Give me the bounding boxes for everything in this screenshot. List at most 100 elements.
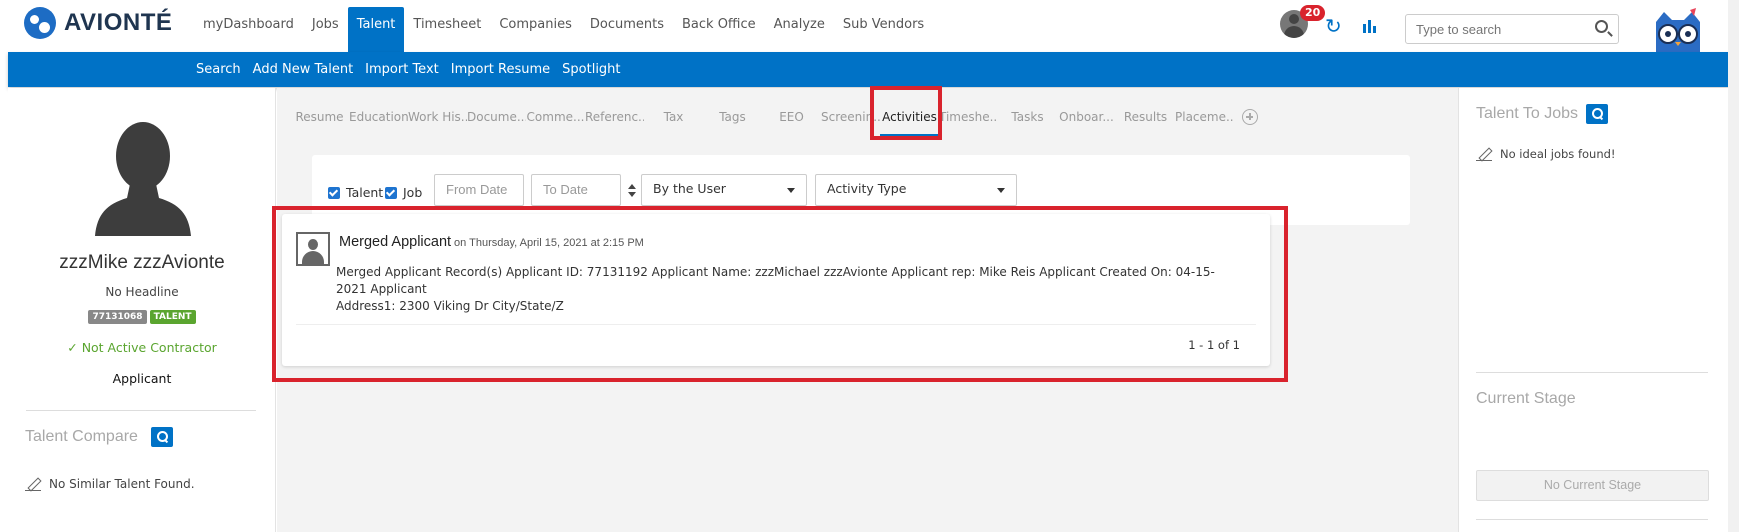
pencil-icon [1476,147,1492,161]
current-stage-title: Current Stage [1476,390,1576,407]
divider [26,410,256,411]
activity-title: Merged Applicant [339,234,452,250]
activity-card: Merged Applicant on Thursday, April 15, 2… [282,214,1270,366]
talent-to-jobs-header: Talent To Jobs [1476,104,1608,124]
user-filter-select[interactable]: By the User [641,174,807,206]
subnav-import-text[interactable]: Import Text [365,52,439,87]
pagination-info: 1 - 1 of 1 [1188,338,1240,352]
activity-type-select[interactable]: Activity Type [815,174,1017,206]
divider [1476,519,1708,520]
tab-documents[interactable]: Docume... [467,100,526,136]
job-filter-label: Job [403,185,423,200]
divider [296,324,1256,325]
contractor-status-label: Not Active Contractor [81,340,217,355]
checkbox-checked-icon [328,186,340,199]
divider [1476,372,1708,373]
no-current-stage-button[interactable]: No Current Stage [1476,470,1709,501]
user-filter-value: By the User [653,181,726,196]
main-content: Resume Education Work His... Docume... C… [272,86,1458,532]
chevron-down-icon [997,188,1005,193]
activity-body-line: Address1: 2300 Viking Dr City/State/Z [336,299,564,313]
no-ideal-jobs: No ideal jobs found! [1476,147,1616,161]
analytics-icon[interactable] [1362,18,1378,34]
current-stage-header: Current Stage [1476,388,1576,408]
tab-resume[interactable]: Resume [290,100,349,136]
search-icon[interactable] [1595,20,1608,33]
subnav-import-resume[interactable]: Import Resume [451,52,550,87]
tab-placements[interactable]: Placeme... [1175,100,1234,136]
chevron-down-icon [787,188,795,193]
tab-eeo[interactable]: EEO [762,100,821,136]
job-filter-checkbox[interactable]: Job [385,185,422,200]
tab-timesheets[interactable]: Timeshe... [939,100,998,136]
nav-mydashboard[interactable]: myDashboard [194,7,303,52]
subnav-search[interactable]: Search [196,52,241,87]
subnav-spotlight[interactable]: Spotlight [562,52,620,87]
tab-tasks[interactable]: Tasks [998,100,1057,136]
user-menu[interactable]: 20 [1280,5,1326,38]
activity-title-row: Merged Applicant on Thursday, April 15, 2… [339,234,644,250]
tab-comments[interactable]: Comme... [526,100,585,136]
no-ideal-jobs-text: No ideal jobs found! [1500,147,1616,161]
avionte-logo-icon [24,7,56,39]
talent-filter-checkbox[interactable]: Talent [328,185,383,200]
sub-nav-items: Search Add New Talent Import Text Import… [196,52,633,87]
pencil-icon [25,477,41,491]
talent-status: Applicant [112,371,172,386]
no-similar-talent: No Similar Talent Found. [25,477,195,491]
tab-references[interactable]: Referenc... [585,100,644,136]
talent-type-tag: TALENT [149,310,196,324]
nav-talent[interactable]: Talent [347,7,405,52]
to-date-input[interactable]: To Date [531,174,621,206]
talent-compare-header: Talent Compare [25,426,174,447]
refresh-icon[interactable]: ↻ [1325,16,1342,36]
activities-tab-highlight [870,86,942,140]
talent-to-jobs-search-button[interactable] [1586,104,1608,124]
talent-name: zzzMike zzzAvionte [59,252,225,273]
talent-headline: No Headline [105,285,179,299]
profile-panel: zzzMike zzzAvionte No Headline 77131068 … [8,88,276,532]
talent-compare-search-button[interactable] [151,426,174,447]
app-window: AVIONTÉ myDashboard Jobs Talent Timeshee… [0,0,1739,532]
top-header: AVIONTÉ myDashboard Jobs Talent Timeshee… [0,0,1739,52]
nav-analyze[interactable]: Analyze [765,7,834,52]
add-tab-icon[interactable] [1242,109,1258,125]
activity-body: Merged Applicant Record(s) Applicant ID:… [336,264,1216,315]
activity-type-value: Activity Type [827,181,907,196]
tab-work-history[interactable]: Work His... [408,100,467,136]
nav-timesheet[interactable]: Timesheet [404,7,490,52]
global-search-input[interactable] [1406,15,1586,43]
profile-tabs: Resume Education Work His... Docume... C… [290,100,1258,136]
nav-jobs[interactable]: Jobs [303,7,348,52]
talent-filter-label: Talent [346,185,384,200]
sort-order-icon[interactable] [628,184,636,198]
brand-name: AVIONTÉ [64,9,173,36]
talent-tags: 77131068 TALENT [8,310,276,324]
no-similar-talent-text: No Similar Talent Found. [49,477,195,491]
nav-documents[interactable]: Documents [581,7,673,52]
page-scrollbar[interactable] [1728,0,1739,532]
brand-logo[interactable]: AVIONTÉ [24,7,172,39]
from-date-input[interactable]: From Date [434,174,524,206]
tab-education[interactable]: Education [349,100,408,136]
nav-back-office[interactable]: Back Office [673,7,765,52]
activity-date: on Thursday, April 15, 2021 at 2:15 PM [454,237,644,249]
nav-sub-vendors[interactable]: Sub Vendors [834,7,933,52]
notification-badge: 20 [1300,5,1326,21]
global-search [1405,14,1619,44]
activity-body-line: Merged Applicant Record(s) Applicant ID:… [336,265,1215,296]
tab-onboarding[interactable]: Onboar... [1057,100,1116,136]
tab-tags[interactable]: Tags [703,100,762,136]
tab-tax[interactable]: Tax [644,100,703,136]
activity-user-avatar-icon [296,232,330,266]
main-nav: myDashboard Jobs Talent Timesheet Compan… [194,7,933,52]
subnav-add-new-talent[interactable]: Add New Talent [253,52,354,87]
talent-compare-title: Talent Compare [25,428,138,445]
talent-id-tag: 77131068 [88,310,147,324]
nav-companies[interactable]: Companies [490,7,581,52]
contractor-status: ✓ Not Active Contractor [8,340,276,355]
tab-results[interactable]: Results [1116,100,1175,136]
profile-silhouette-icon [95,122,191,236]
owl-mascot-icon[interactable] [1650,8,1706,52]
checkbox-checked-icon [385,186,397,199]
